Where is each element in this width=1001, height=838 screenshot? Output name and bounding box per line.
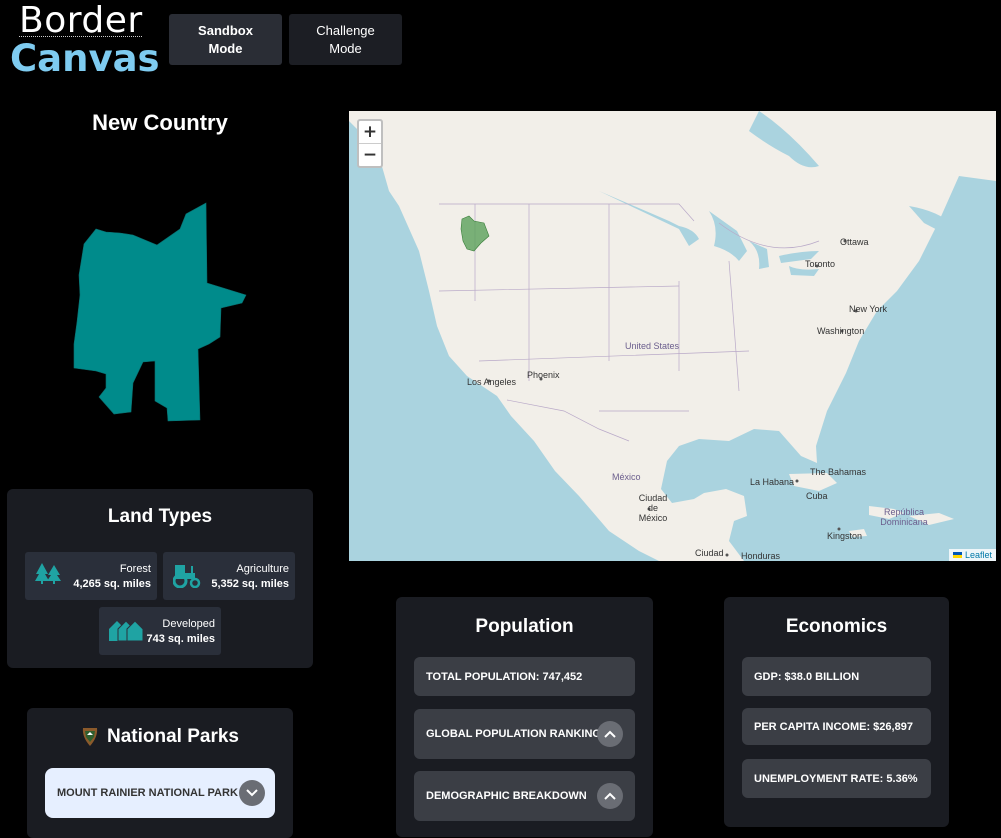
land-item-forest: Forest 4,265 sq. miles bbox=[25, 552, 157, 600]
national-parks-header: National Parks bbox=[27, 726, 293, 748]
land-item-value: 4,265 sq. miles bbox=[73, 578, 151, 590]
sandbox-mode-button[interactable]: Sandbox Mode bbox=[169, 14, 282, 65]
unemployment-rate-stat: UNEMPLOYMENT RATE: 5.36% bbox=[742, 759, 931, 798]
map-label-united-states: United States bbox=[625, 341, 680, 351]
leaflet-link[interactable]: Leaflet bbox=[965, 550, 992, 560]
country-shape bbox=[73, 202, 247, 422]
national-parks-title: National Parks bbox=[107, 726, 239, 747]
economics-title: Economics bbox=[785, 616, 888, 637]
land-item-value: 5,352 sq. miles bbox=[211, 578, 289, 590]
zoom-control: + − bbox=[357, 119, 383, 168]
map-label-phoenix: Phoenix bbox=[527, 370, 560, 380]
land-item-name: Forest bbox=[119, 563, 151, 575]
population-title: Population bbox=[475, 616, 574, 637]
app-logo: Border Canvas bbox=[10, 2, 160, 78]
ukraine-flag-icon bbox=[952, 552, 962, 558]
chevron-down-icon[interactable] bbox=[239, 780, 265, 806]
demographic-breakdown-toggle[interactable]: DEMOGRAPHIC BREAKDOWN bbox=[414, 771, 635, 821]
population-panel: Population TOTAL POPULATION: 747,452 GLO… bbox=[396, 597, 653, 837]
map-label-toronto: Toronto bbox=[805, 259, 836, 269]
national-parks-panel: National Parks MOUNT RAINIER NATIONAL PA… bbox=[27, 708, 293, 838]
map-label-ottawa: Ottawa bbox=[840, 237, 869, 247]
houses-icon bbox=[109, 620, 143, 641]
park-select[interactable]: MOUNT RAINIER NATIONAL PARK bbox=[45, 768, 275, 818]
land-types-title: Land Types bbox=[107, 506, 213, 527]
map-label-ciudad: Ciudad bbox=[695, 548, 724, 558]
map-label-republica-dominicana: República Dominicana bbox=[880, 507, 928, 527]
land-item-name: Developed bbox=[162, 618, 215, 630]
zoom-in-button[interactable]: + bbox=[359, 121, 381, 144]
chevron-up-icon[interactable] bbox=[597, 721, 623, 747]
economics-panel: Economics GDP: $38.0 BILLION PER CAPITA … bbox=[724, 597, 949, 827]
map-label-bahamas: The Bahamas bbox=[810, 467, 867, 477]
map-label-la-habana: La Habana bbox=[750, 477, 795, 487]
map[interactable]: + − Ottawa Toronto New York Washington U… bbox=[349, 111, 996, 561]
land-item-name: Agriculture bbox=[236, 563, 289, 575]
park-select-value: MOUNT RAINIER NATIONAL PARK bbox=[57, 787, 238, 799]
land-item-value: 743 sq. miles bbox=[146, 633, 216, 645]
logo-line-2: Canvas bbox=[10, 37, 160, 80]
map-label-mexico: México bbox=[612, 472, 641, 482]
land-types-panel: Land Types Forest 4,265 sq. miles Agricul… bbox=[7, 489, 313, 668]
per-capita-income-stat: PER CAPITA INCOME: $26,897 bbox=[742, 708, 931, 745]
forest-icon bbox=[35, 563, 61, 584]
map-attribution[interactable]: Leaflet bbox=[948, 549, 996, 561]
total-population-stat: TOTAL POPULATION: 747,452 bbox=[414, 657, 635, 696]
population-ranking-toggle[interactable]: GLOBAL POPULATION RANKING bbox=[414, 709, 635, 759]
map-label-los-angeles: Los Angeles bbox=[467, 377, 517, 387]
demographic-breakdown-label: DEMOGRAPHIC BREAKDOWN bbox=[426, 790, 587, 802]
nps-arrowhead-icon bbox=[82, 728, 98, 746]
land-item-agriculture: Agriculture 5,352 sq. miles bbox=[163, 552, 295, 600]
country-title: New Country bbox=[92, 110, 228, 135]
chevron-up-icon[interactable] bbox=[597, 783, 623, 809]
tractor-icon bbox=[173, 565, 201, 588]
map-label-kingston: Kingston bbox=[827, 531, 863, 541]
gdp-stat: GDP: $38.0 BILLION bbox=[742, 657, 931, 696]
challenge-mode-button[interactable]: Challenge Mode bbox=[289, 14, 402, 65]
zoom-out-button[interactable]: − bbox=[359, 144, 381, 166]
logo-line-1: Border bbox=[19, 0, 143, 41]
population-ranking-label: GLOBAL POPULATION RANKING bbox=[426, 728, 601, 740]
map-label-cuba: Cuba bbox=[806, 491, 828, 501]
map-label-honduras: Honduras bbox=[741, 551, 781, 561]
land-item-developed: Developed 743 sq. miles bbox=[99, 607, 221, 655]
map-label-new-york: New York bbox=[849, 304, 888, 314]
map-label-washington: Washington bbox=[817, 326, 865, 336]
map-label-mexico-city: Ciudad de México bbox=[638, 493, 668, 523]
